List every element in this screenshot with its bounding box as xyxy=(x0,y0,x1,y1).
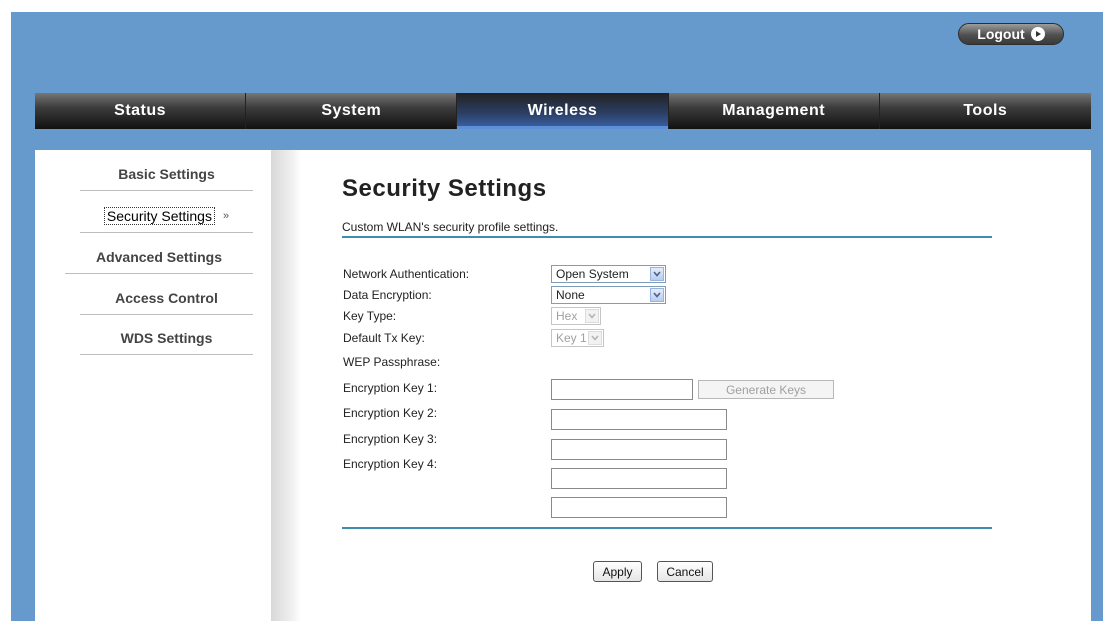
network-auth-select[interactable]: Open System xyxy=(551,265,666,283)
sidebar-item-label: Security Settings xyxy=(103,206,215,225)
data-encryption-label: Data Encryption: xyxy=(343,288,432,302)
content-panel: Basic Settings Security Settings » Advan… xyxy=(35,150,1091,621)
page-title: Security Settings xyxy=(342,175,547,202)
default-tx-key-value: Key 1 xyxy=(556,331,587,345)
data-encryption-select[interactable]: None xyxy=(551,286,666,304)
sidebar-item-label: Access Control xyxy=(115,289,218,306)
sidebar-item-advanced-settings[interactable]: Advanced Settings xyxy=(65,240,253,274)
logout-label: Logout xyxy=(977,26,1025,42)
encryption-key-2-input[interactable] xyxy=(551,439,727,460)
chevron-down-icon xyxy=(588,331,602,345)
default-tx-key-label: Default Tx Key: xyxy=(343,331,425,345)
sidebar: Basic Settings Security Settings » Advan… xyxy=(35,150,271,621)
top-divider xyxy=(342,236,992,238)
tab-management[interactable]: Management xyxy=(669,93,880,129)
wep-passphrase-label: WEP Passphrase: xyxy=(343,355,441,369)
sidebar-item-label: WDS Settings xyxy=(120,329,213,346)
cancel-button[interactable]: Cancel xyxy=(657,561,713,582)
enc-key-2-label: Encryption Key 2: xyxy=(343,406,438,420)
tab-system[interactable]: System xyxy=(246,93,458,129)
bottom-divider xyxy=(342,527,992,529)
sidebar-item-wds-settings[interactable]: WDS Settings xyxy=(80,321,253,355)
sidebar-shadow xyxy=(271,150,301,621)
wep-passphrase-input[interactable] xyxy=(551,379,693,400)
apply-button[interactable]: Apply xyxy=(593,561,642,582)
default-tx-key-select[interactable]: Key 1 xyxy=(551,329,604,347)
data-encryption-value: None xyxy=(556,288,585,302)
network-auth-value: Open System xyxy=(556,267,629,281)
encryption-key-4-input[interactable] xyxy=(551,497,727,518)
sidebar-item-access-control[interactable]: Access Control xyxy=(80,281,253,315)
encryption-key-3-input[interactable] xyxy=(551,468,727,489)
network-auth-label: Network Authentication: xyxy=(343,267,470,281)
key-type-value: Hex xyxy=(556,309,578,323)
double-chevron-right-icon: » xyxy=(222,209,230,222)
sidebar-item-label: Basic Settings xyxy=(118,165,215,182)
sidebar-item-security-settings[interactable]: Security Settings » xyxy=(80,199,253,233)
chevron-down-icon xyxy=(650,288,664,302)
generate-keys-button[interactable]: Generate Keys xyxy=(698,380,834,399)
chevron-down-icon xyxy=(650,267,664,281)
chevron-down-icon xyxy=(585,309,599,323)
encryption-key-1-input[interactable] xyxy=(551,409,727,430)
page-description: Custom WLAN's security profile settings. xyxy=(342,220,559,234)
main-nav: Status System Wireless Management Tools xyxy=(35,93,1091,129)
key-type-label: Key Type: xyxy=(343,309,397,323)
tab-tools[interactable]: Tools xyxy=(880,93,1091,129)
logout-button[interactable]: Logout xyxy=(958,23,1064,45)
tab-wireless[interactable]: Wireless xyxy=(457,93,669,129)
tab-status[interactable]: Status xyxy=(35,93,247,129)
play-arrow-icon xyxy=(1030,27,1045,41)
sidebar-item-basic-settings[interactable]: Basic Settings xyxy=(80,157,253,191)
sidebar-item-label: Advanced Settings xyxy=(95,248,223,265)
enc-key-1-label: Encryption Key 1: xyxy=(343,381,438,395)
enc-key-3-label: Encryption Key 3: xyxy=(343,432,438,446)
enc-key-4-label: Encryption Key 4: xyxy=(343,457,438,471)
key-type-select[interactable]: Hex xyxy=(551,307,601,325)
